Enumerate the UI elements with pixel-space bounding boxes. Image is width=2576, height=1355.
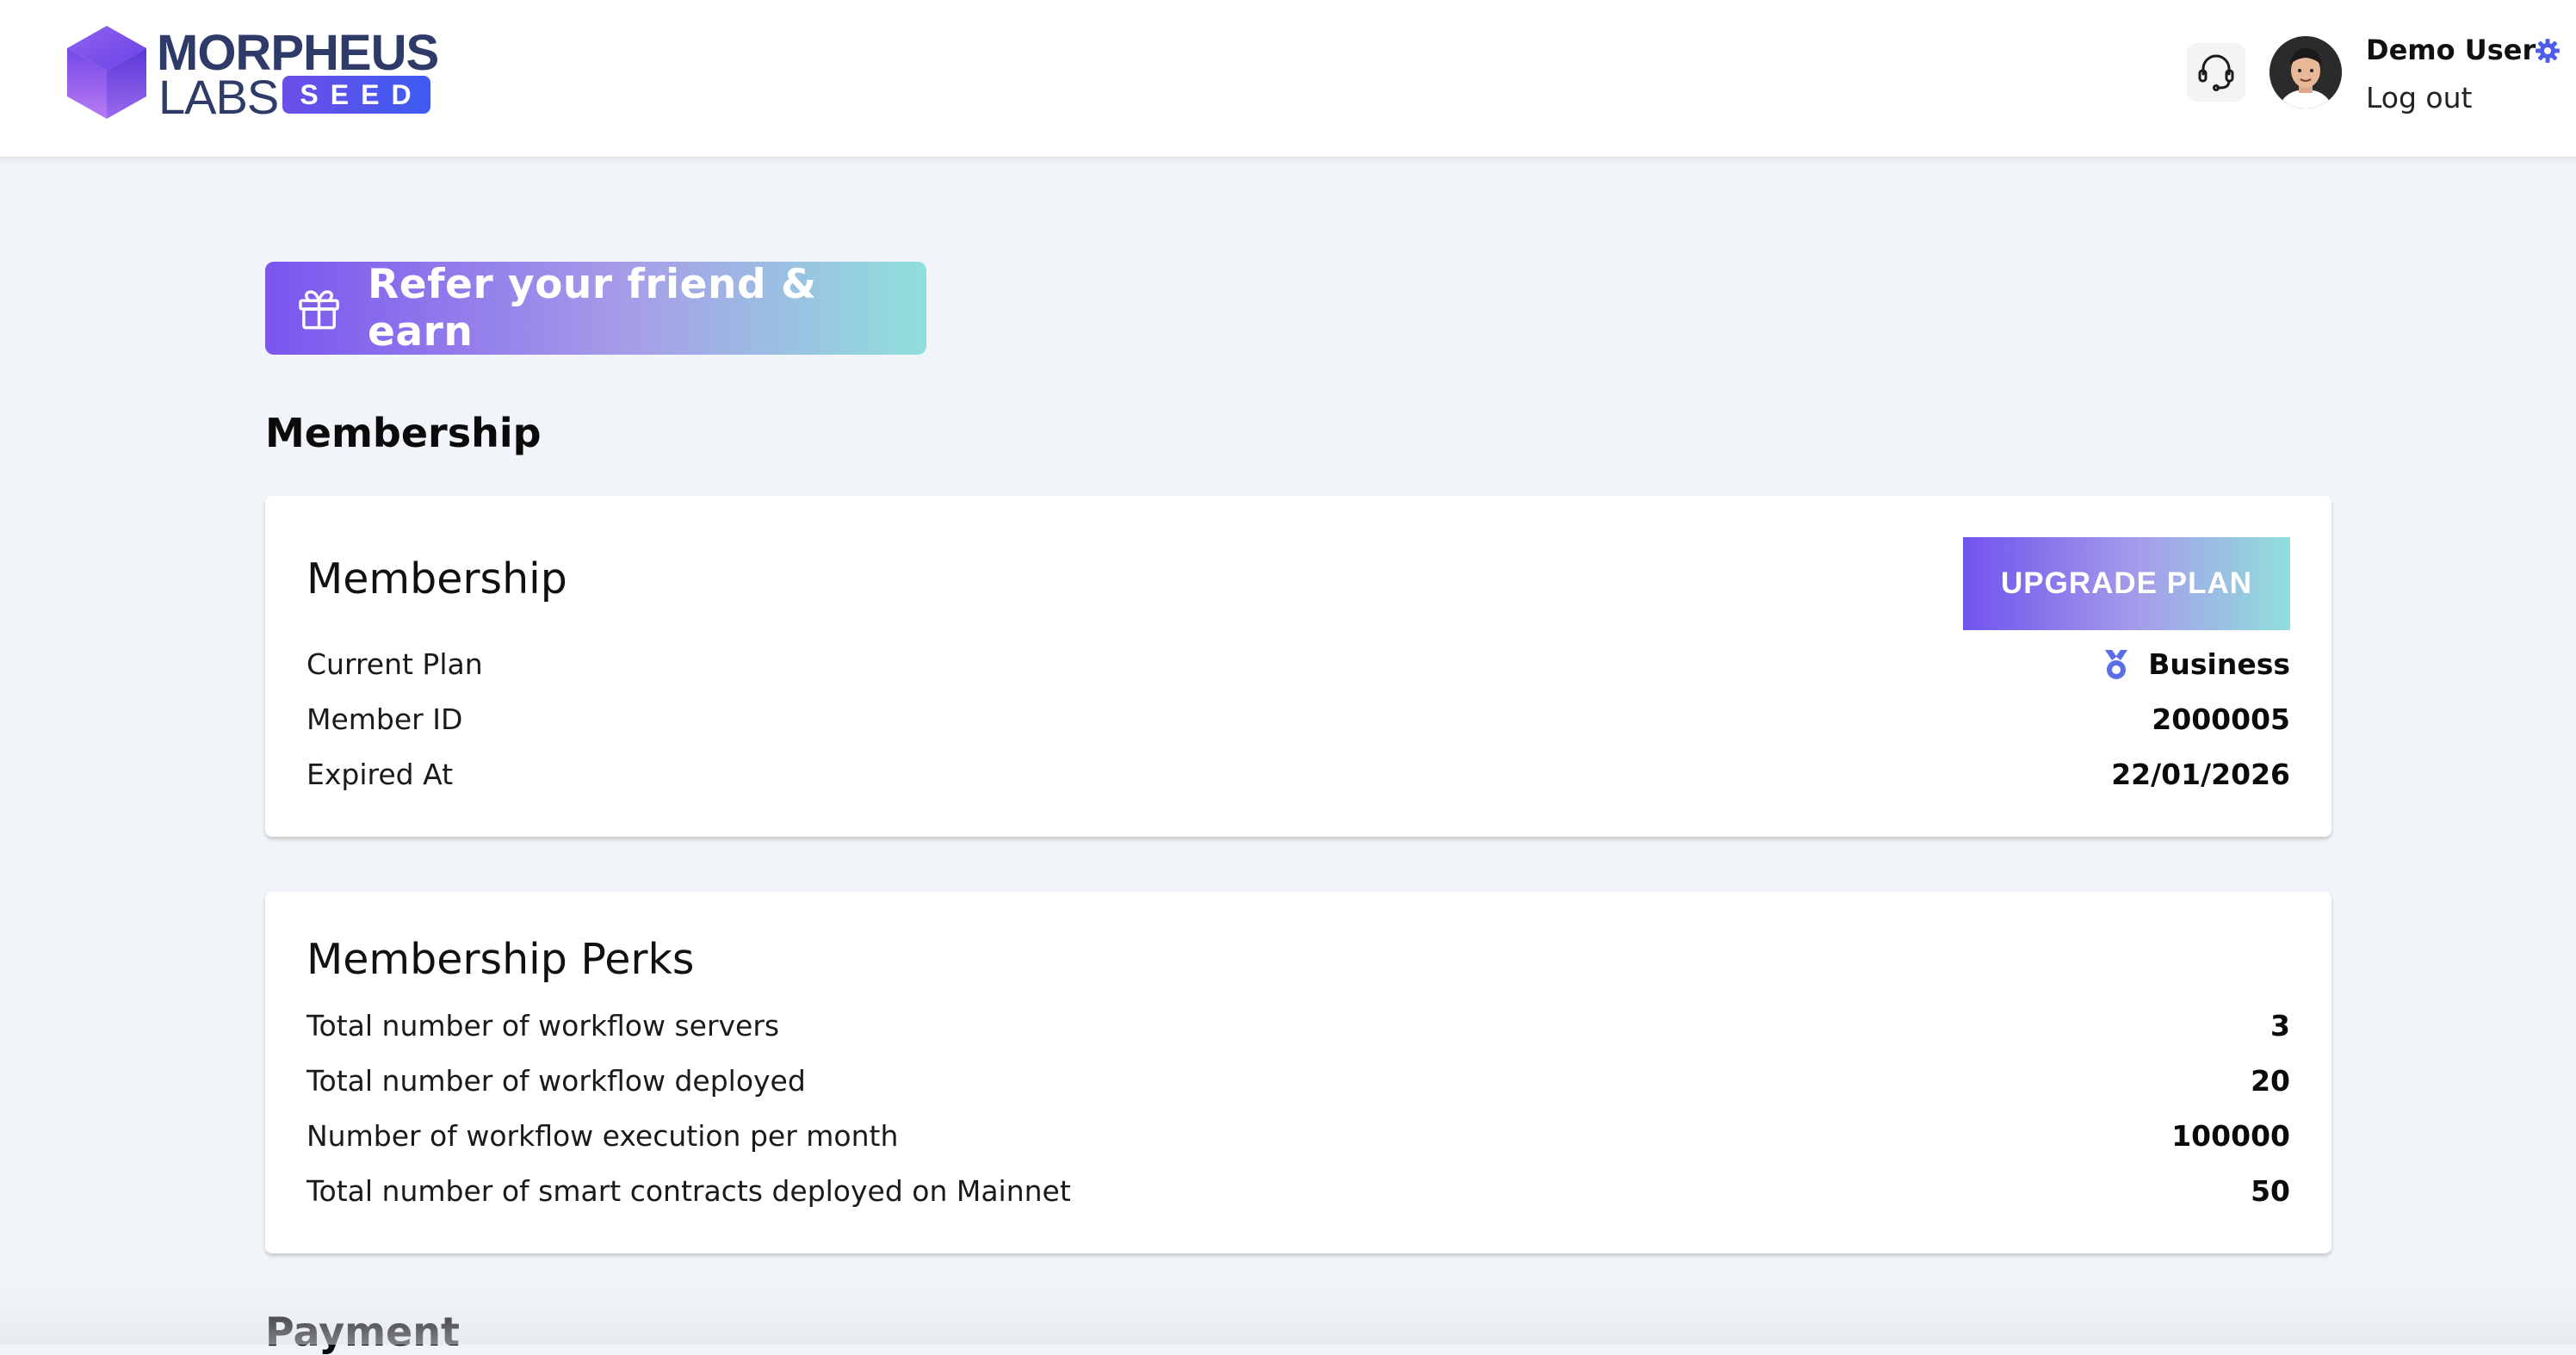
perk-row-workflow-servers: Total number of workflow servers 3 — [307, 1002, 2290, 1050]
expired-at-label: Expired At — [307, 758, 454, 791]
perk-value: 50 — [2251, 1174, 2290, 1208]
perk-label: Total number of workflow deployed — [307, 1064, 806, 1098]
member-id-label: Member ID — [307, 702, 463, 736]
top-header: MORPHEUS LABS SEED Demo User Log out — [0, 0, 2576, 158]
logo-hexagon-icon — [67, 26, 146, 119]
perks-card-title: Membership Perks — [307, 935, 695, 984]
upgrade-plan-button[interactable]: UPGRADE PLAN — [1963, 537, 2290, 630]
logout-link[interactable]: Log out — [2366, 79, 2472, 117]
perk-row-workflow-deployed: Total number of workflow deployed 20 — [307, 1057, 2290, 1105]
scroll-fade — [0, 1283, 2576, 1345]
headset-icon — [2198, 54, 2234, 91]
membership-card: Membership UPGRADE PLAN Current Plan Bus… — [265, 496, 2331, 837]
perk-row-workflow-executions: Number of workflow execution per month 1… — [307, 1112, 2290, 1160]
membership-card-title: Membership — [307, 554, 567, 603]
brand-logo[interactable]: MORPHEUS LABS SEED — [64, 22, 443, 124]
current-plan-label: Current Plan — [307, 647, 483, 681]
gear-icon[interactable] — [2535, 38, 2561, 64]
membership-row-member-id: Member ID 2000005 — [307, 696, 2290, 744]
logo-seed-badge: SEED — [282, 76, 430, 114]
perk-label: Number of workflow execution per month — [307, 1119, 899, 1153]
avatar-portrait-icon — [2269, 36, 2342, 108]
user-name: Demo User — [2366, 34, 2536, 66]
membership-row-current-plan: Current Plan Business — [307, 640, 2290, 689]
perk-value: 3 — [2270, 1009, 2290, 1043]
membership-section-heading: Membership — [265, 410, 542, 456]
refer-friend-label: Refer your friend & earn — [368, 261, 817, 356]
perk-label: Total number of workflow servers — [307, 1009, 780, 1043]
support-button[interactable] — [2187, 43, 2245, 102]
current-plan-value: Business — [2102, 640, 2290, 689]
membership-row-expired-at: Expired At 22/01/2026 — [307, 751, 2290, 799]
user-avatar[interactable] — [2269, 36, 2342, 108]
perk-value: 100000 — [2171, 1119, 2290, 1153]
perk-value: 20 — [2251, 1064, 2290, 1098]
refer-friend-button[interactable]: Refer your friend & earn — [265, 261, 926, 356]
medal-icon — [2105, 650, 2128, 679]
expired-at-value: 22/01/2026 — [2111, 758, 2290, 791]
perk-label: Total number of smart contracts deployed… — [307, 1174, 1071, 1208]
perk-row-smart-contracts: Total number of smart contracts deployed… — [307, 1167, 2290, 1216]
membership-perks-card: Membership Perks Total number of workflo… — [265, 892, 2331, 1253]
member-id-value: 2000005 — [2152, 702, 2290, 736]
gift-icon — [299, 290, 339, 330]
logo-word-labs: LABS — [158, 70, 279, 124]
current-plan-text: Business — [2148, 647, 2290, 681]
